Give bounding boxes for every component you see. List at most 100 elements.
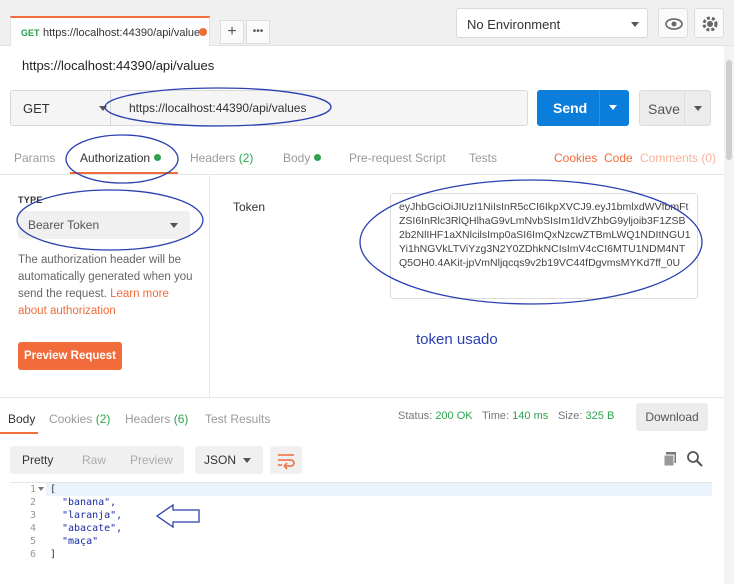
tab-body[interactable]: Body bbox=[283, 151, 322, 165]
token-input[interactable]: eyJhbGciOiJIUzI1NiIsInR5cCI6IkpXVCJ9.eyJ… bbox=[390, 193, 698, 299]
tab-authorization[interactable]: Authorization bbox=[80, 151, 162, 165]
response-tab-body[interactable]: Body bbox=[8, 412, 35, 426]
save-button[interactable]: Save bbox=[639, 90, 711, 126]
code-line: "abacate", bbox=[62, 523, 123, 534]
active-dot-icon bbox=[314, 154, 322, 161]
wrap-lines-button[interactable] bbox=[270, 446, 302, 474]
settings-button[interactable] bbox=[694, 8, 724, 38]
line-number: 4 bbox=[29, 523, 36, 534]
token-value: eyJhbGciOiJIUzI1NiIsInR5cCI6IkpXVCJ9.eyJ… bbox=[399, 201, 691, 269]
response-tab-cookies-label: Cookies bbox=[49, 412, 93, 426]
more-icon: ••• bbox=[252, 26, 264, 37]
save-divider bbox=[684, 91, 685, 125]
tab-params[interactable]: Params bbox=[14, 151, 55, 165]
send-button[interactable]: Send bbox=[537, 90, 629, 126]
environment-quick-look-button[interactable] bbox=[658, 8, 688, 38]
chevron-down-icon bbox=[170, 223, 178, 228]
status-value: 200 OK bbox=[435, 410, 473, 422]
line-number: 5 bbox=[29, 536, 36, 547]
response-size: Size: 325 B bbox=[558, 410, 614, 422]
time-value: 140 ms bbox=[512, 410, 549, 422]
request-tab[interactable]: GET https://localhost:44390/api/value bbox=[10, 16, 210, 46]
tab-headers-label: Headers bbox=[190, 151, 236, 165]
divider bbox=[0, 397, 724, 398]
method-value: GET bbox=[23, 101, 50, 116]
response-tab-cookies-count: (2) bbox=[95, 412, 111, 426]
response-tab-headers[interactable]: Headers (6) bbox=[125, 412, 188, 426]
tab-authorization-label: Authorization bbox=[80, 151, 151, 165]
eye-icon bbox=[665, 18, 683, 30]
search-icon bbox=[687, 451, 703, 467]
chevron-down-icon[interactable] bbox=[609, 105, 617, 110]
auth-type-select[interactable]: Bearer Token bbox=[18, 211, 190, 239]
tab-body-label: Body bbox=[283, 151, 311, 165]
url-input[interactable]: https://localhost:44390/api/values bbox=[110, 90, 528, 126]
copy-button[interactable] bbox=[663, 451, 679, 467]
tab-url: https://localhost:44390/api/value bbox=[43, 27, 201, 39]
tab-prerequest-script[interactable]: Pre-request Script bbox=[349, 151, 446, 165]
chevron-down-icon bbox=[631, 22, 639, 27]
unsaved-dot-icon bbox=[199, 28, 207, 36]
view-preview[interactable]: Preview bbox=[130, 453, 173, 467]
tab-headers-count: (2) bbox=[238, 151, 254, 165]
plus-icon: + bbox=[227, 23, 237, 40]
line-number: 2 bbox=[29, 497, 36, 508]
tab-more-button[interactable]: ••• bbox=[246, 20, 270, 44]
annotation-label: token usado bbox=[416, 331, 498, 348]
auth-description: The authorization header will be automat… bbox=[18, 252, 198, 320]
send-divider bbox=[599, 90, 600, 126]
code-line: "banana", bbox=[62, 497, 117, 508]
comments-link[interactable]: Comments (0) bbox=[640, 151, 716, 165]
view-raw[interactable]: Raw bbox=[82, 453, 106, 467]
response-tab-cookies[interactable]: Cookies (2) bbox=[49, 412, 110, 426]
line-number: 3 bbox=[29, 510, 36, 521]
active-dot-icon bbox=[154, 154, 162, 161]
code-line: "laranja", bbox=[62, 510, 123, 521]
environment-select[interactable]: No Environment bbox=[456, 8, 648, 38]
format-select[interactable]: JSON bbox=[195, 446, 263, 474]
chevron-down-icon bbox=[99, 106, 107, 111]
cookies-link[interactable]: Cookies bbox=[554, 151, 597, 165]
format-value: JSON bbox=[204, 453, 237, 467]
tab-method: GET bbox=[21, 28, 40, 38]
response-status: Status: 200 OK bbox=[398, 410, 473, 422]
code-line: ] bbox=[50, 549, 57, 560]
current-line-highlight bbox=[46, 483, 712, 496]
download-button[interactable]: Download bbox=[636, 403, 708, 431]
environment-value: No Environment bbox=[467, 17, 561, 32]
chevron-down-icon bbox=[243, 458, 251, 463]
new-tab-button[interactable]: + bbox=[220, 20, 244, 44]
line-number: 6 bbox=[29, 549, 36, 560]
request-title: https://localhost:44390/api/values bbox=[22, 58, 215, 73]
size-value: 325 B bbox=[585, 410, 615, 422]
code-link[interactable]: Code bbox=[604, 151, 633, 165]
search-button[interactable] bbox=[686, 450, 704, 468]
chevron-down-icon[interactable] bbox=[694, 106, 702, 111]
token-label: Token bbox=[233, 200, 266, 214]
tab-tests[interactable]: Tests bbox=[469, 151, 497, 165]
response-tab-headers-label: Headers bbox=[125, 412, 171, 426]
response-body[interactable]: 1 [ 2 "banana", 3 "laranja", 4 "abacate"… bbox=[10, 482, 712, 579]
code-line: "maça" bbox=[62, 536, 99, 547]
time-label: Time: bbox=[482, 410, 510, 422]
divider bbox=[209, 175, 210, 397]
scrollbar-thumb[interactable] bbox=[726, 60, 732, 160]
response-time: Time: 140 ms bbox=[482, 410, 548, 422]
response-tab-test-results[interactable]: Test Results bbox=[205, 412, 270, 426]
fold-icon[interactable] bbox=[38, 487, 44, 491]
auth-type-label: TYPE bbox=[18, 195, 43, 205]
url-value: https://localhost:44390/api/values bbox=[129, 101, 307, 115]
preview-request-button[interactable]: Preview Request bbox=[18, 342, 122, 370]
code-line: [ bbox=[50, 484, 57, 495]
copy-icon bbox=[663, 452, 676, 467]
method-select[interactable]: GET bbox=[10, 90, 110, 126]
view-pretty[interactable]: Pretty bbox=[22, 453, 53, 467]
view-mode-group: Pretty Raw Preview bbox=[10, 446, 184, 474]
tab-headers[interactable]: Headers (2) bbox=[190, 151, 253, 165]
save-label: Save bbox=[648, 101, 680, 117]
auth-type-value: Bearer Token bbox=[28, 218, 100, 232]
wrap-lines-icon bbox=[278, 454, 295, 470]
send-label: Send bbox=[553, 100, 588, 116]
status-label: Status: bbox=[398, 410, 433, 422]
divider bbox=[0, 174, 724, 175]
